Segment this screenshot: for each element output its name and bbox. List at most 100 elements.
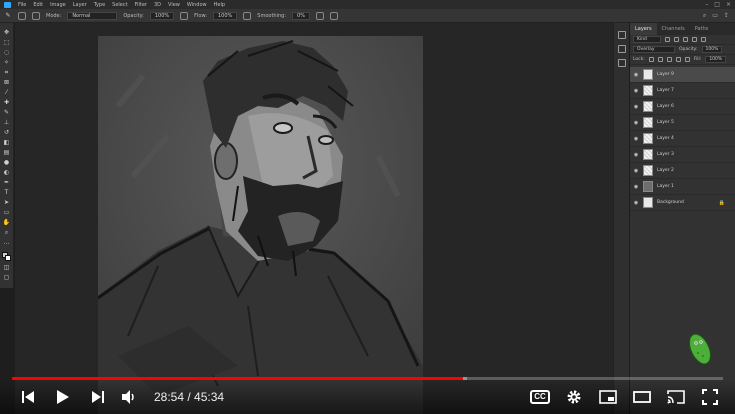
opacity-field[interactable]: 100% — [149, 11, 175, 20]
eyedropper-tool-icon[interactable]: ⁄ — [3, 89, 11, 96]
painting-canvas[interactable] — [98, 36, 423, 414]
fullscreen-button[interactable] — [698, 386, 722, 408]
more-tools-icon[interactable]: … — [3, 239, 11, 246]
next-button[interactable] — [86, 386, 110, 408]
menu-window[interactable]: Window — [187, 2, 207, 8]
subtitles-button[interactable]: CC — [528, 386, 552, 408]
lock-artboard-icon[interactable] — [675, 57, 681, 62]
lock-position-icon[interactable] — [666, 57, 672, 62]
lock-pixels-icon[interactable] — [648, 57, 654, 62]
menu-filter[interactable]: Filter — [135, 2, 147, 8]
eraser-tool-icon[interactable]: ◧ — [3, 139, 11, 146]
swatches-panel-icon[interactable] — [617, 59, 626, 67]
healing-tool-icon[interactable]: ✚ — [3, 99, 11, 106]
filter-type-icon[interactable] — [683, 37, 688, 42]
smoothing-field[interactable]: 0% — [292, 11, 310, 20]
minimize-icon[interactable]: – — [705, 1, 708, 8]
blend-mode-select[interactable]: Overlay — [633, 46, 675, 53]
visibility-eye-icon[interactable]: ◉ — [633, 88, 639, 94]
pressure-opacity-icon[interactable] — [180, 11, 189, 20]
fill-field[interactable]: 100% — [705, 56, 727, 63]
close-icon[interactable]: × — [726, 1, 731, 8]
mode-select[interactable]: Normal — [67, 11, 118, 20]
layer-opacity-field[interactable]: 100% — [701, 46, 723, 53]
visibility-eye-icon[interactable]: ◉ — [633, 184, 639, 190]
menu-select[interactable]: Select — [112, 2, 127, 8]
brush-tool-icon[interactable]: ✎ — [4, 12, 12, 19]
shape-tool-icon[interactable]: ▭ — [3, 209, 11, 216]
crop-tool-icon[interactable]: ⌗ — [3, 69, 11, 76]
layer-row[interactable]: ◉ Layer 1 — [630, 179, 735, 195]
menu-file[interactable]: File — [18, 2, 26, 8]
frame-tool-icon[interactable]: ⊠ — [3, 79, 11, 86]
type-tool-icon[interactable]: T — [3, 189, 11, 196]
brush-settings-icon[interactable] — [32, 11, 40, 20]
pen-tool-icon[interactable]: ✒ — [3, 179, 11, 186]
cast-button[interactable] — [664, 386, 688, 408]
menu-view[interactable]: View — [168, 2, 180, 8]
layer-row[interactable]: ◉ Layer 6 — [630, 99, 735, 115]
progress-bar[interactable] — [12, 377, 723, 380]
visibility-eye-icon[interactable]: ◉ — [633, 72, 639, 78]
flow-field[interactable]: 100% — [213, 11, 238, 20]
filter-shape-icon[interactable] — [692, 37, 697, 42]
workspace-icon[interactable]: ▭ — [712, 12, 718, 20]
visibility-eye-icon[interactable]: ◉ — [633, 136, 639, 142]
menu-layer[interactable]: Layer — [73, 2, 87, 8]
quick-select-tool-icon[interactable]: ✧ — [3, 59, 11, 66]
path-select-icon[interactable]: ➤ — [3, 199, 11, 206]
stamp-tool-icon[interactable]: ⊥ — [3, 119, 11, 126]
layer-row[interactable]: ◉ Background 🔒 — [630, 195, 735, 211]
settings-button[interactable] — [562, 386, 586, 408]
brush-tool-icon[interactable]: ✎ — [3, 109, 11, 116]
move-tool-icon[interactable]: ✥ — [3, 29, 11, 36]
hand-tool-icon[interactable]: ✋ — [3, 219, 11, 226]
filter-smart-icon[interactable] — [701, 37, 706, 42]
screen-mode-icon[interactable]: ▢ — [3, 274, 11, 281]
lock-paint-icon[interactable] — [657, 57, 663, 62]
layer-row[interactable]: ◉ Layer 5 — [630, 115, 735, 131]
visibility-eye-icon[interactable]: ◉ — [633, 104, 639, 110]
menu-image[interactable]: Image — [50, 2, 66, 8]
layer-row[interactable]: ◉ Layer 4 — [630, 131, 735, 147]
tab-channels[interactable]: Channels — [657, 23, 690, 35]
background-color[interactable] — [5, 255, 11, 261]
maximize-icon[interactable]: □ — [714, 1, 720, 8]
gradient-tool-icon[interactable]: ▤ — [3, 149, 11, 156]
menu-3d[interactable]: 3D — [154, 2, 161, 8]
filter-adjust-icon[interactable] — [674, 37, 679, 42]
menu-edit[interactable]: Edit — [33, 2, 43, 8]
theater-mode-button[interactable] — [630, 386, 654, 408]
menu-help[interactable]: Help — [214, 2, 225, 8]
kind-filter-select[interactable]: Kind — [633, 36, 661, 43]
brush-angle-icon[interactable] — [329, 11, 338, 20]
zoom-tool-icon[interactable]: ⌕ — [3, 229, 11, 236]
visibility-eye-icon[interactable]: ◉ — [633, 120, 639, 126]
brush-preset-icon[interactable] — [18, 11, 26, 20]
blur-tool-icon[interactable]: ● — [3, 159, 11, 166]
history-panel-icon[interactable] — [617, 31, 626, 39]
layer-row[interactable]: ◉ Layer 3 — [630, 147, 735, 163]
previous-button[interactable] — [16, 386, 40, 408]
history-brush-icon[interactable]: ↺ — [3, 129, 11, 136]
lasso-tool-icon[interactable]: ◌ — [3, 49, 11, 56]
smoothing-gear-icon[interactable] — [315, 11, 324, 20]
share-icon[interactable]: ⇪ — [724, 12, 729, 20]
marquee-tool-icon[interactable]: ⬚ — [3, 39, 11, 46]
properties-panel-icon[interactable] — [617, 45, 626, 53]
visibility-eye-icon[interactable]: ◉ — [633, 152, 639, 158]
airbrush-icon[interactable] — [243, 11, 252, 20]
lock-all-icon[interactable] — [684, 57, 690, 62]
visibility-eye-icon[interactable]: ◉ — [633, 168, 639, 174]
layer-row[interactable]: ◉ Layer 2 — [630, 163, 735, 179]
miniplayer-button[interactable] — [596, 386, 620, 408]
volume-button[interactable] — [117, 386, 141, 408]
layer-row[interactable]: ◉ Layer 9 — [630, 67, 735, 83]
color-swatches[interactable] — [2, 252, 11, 261]
tab-layers[interactable]: Layers — [630, 23, 657, 35]
tab-paths[interactable]: Paths — [690, 23, 714, 35]
dodge-tool-icon[interactable]: ◐ — [3, 169, 11, 176]
quick-mask-icon[interactable]: ◫ — [3, 264, 11, 271]
visibility-eye-icon[interactable]: ◉ — [633, 200, 639, 206]
layer-row[interactable]: ◉ Layer 7 — [630, 83, 735, 99]
